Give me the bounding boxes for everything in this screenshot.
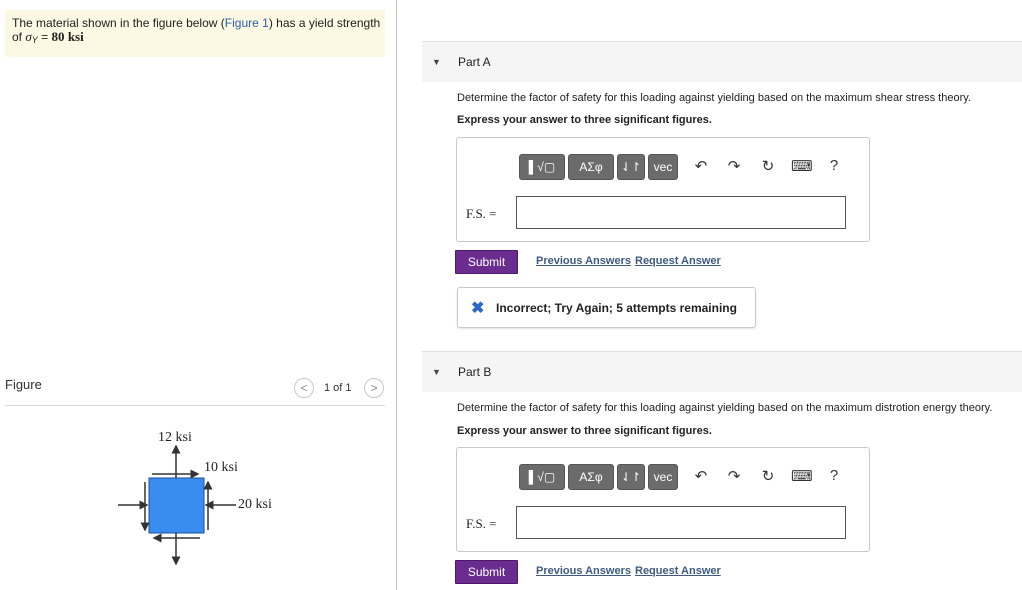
part-a-header[interactable] bbox=[422, 42, 1022, 82]
submit-button[interactable]: Submit bbox=[455, 250, 518, 274]
yield-unit: ksi bbox=[67, 29, 84, 44]
part-b-header[interactable] bbox=[422, 352, 1022, 392]
undo-icon[interactable]: ↶ bbox=[692, 157, 710, 175]
problem-text-part: The material shown in the figure below ( bbox=[12, 16, 225, 30]
fs-answer-input[interactable] bbox=[516, 506, 846, 539]
stress-label-right: 20 ksi bbox=[238, 497, 272, 512]
collapse-caret-icon[interactable]: ▼ bbox=[432, 367, 441, 377]
undo-icon[interactable]: ↶ bbox=[692, 467, 710, 485]
figure-divider bbox=[5, 405, 385, 406]
subscript-superscript-button[interactable]: ⇃↾ bbox=[617, 154, 645, 180]
vector-button[interactable]: vec bbox=[648, 154, 678, 180]
column-divider bbox=[396, 0, 397, 590]
keyboard-icon[interactable]: ⌨ bbox=[791, 157, 813, 175]
fs-label: F.S. = bbox=[466, 516, 497, 531]
part-a-answer-box: ▌√▢ ΑΣφ ⇃↾ vec ↶ ↷ ↻ ⌨ ? F.S. = bbox=[456, 137, 870, 242]
help-icon[interactable]: ? bbox=[825, 467, 843, 484]
stress-label-top: 12 ksi bbox=[158, 430, 192, 445]
templates-button[interactable]: ▌√▢ bbox=[519, 464, 565, 490]
collapse-caret-icon[interactable]: ▼ bbox=[432, 57, 441, 67]
part-b-question: Determine the factor of safety for this … bbox=[457, 402, 993, 414]
pager-prev-button[interactable]: < bbox=[294, 378, 314, 398]
problem-text: The material shown in the figure below (… bbox=[12, 16, 380, 47]
problem-text-part: ) has a yield strength bbox=[268, 16, 381, 30]
stress-element-block bbox=[148, 477, 205, 534]
fs-answer-input[interactable] bbox=[516, 196, 846, 229]
subscript-superscript-button[interactable]: ⇃↾ bbox=[617, 464, 645, 490]
incorrect-x-icon: ✖ bbox=[471, 300, 485, 317]
help-icon[interactable]: ? bbox=[825, 157, 843, 174]
fs-label: F.S. = bbox=[466, 206, 497, 221]
greek-symbols-button[interactable]: ΑΣφ bbox=[568, 154, 614, 180]
vector-button[interactable]: vec bbox=[648, 464, 678, 490]
part-a-question: Determine the factor of safety for this … bbox=[457, 92, 971, 104]
redo-icon[interactable]: ↷ bbox=[725, 467, 743, 485]
pager-next-button[interactable]: > bbox=[364, 378, 384, 398]
part-b-title: Part B bbox=[458, 365, 492, 379]
reset-icon[interactable]: ↻ bbox=[759, 157, 777, 175]
part-b-answer-box: ▌√▢ ΑΣφ ⇃↾ vec ↶ ↷ ↻ ⌨ ? F.S. = bbox=[456, 447, 870, 552]
figure-title: Figure bbox=[5, 377, 42, 392]
part-a-instruction: Express your answer to three significant… bbox=[457, 114, 712, 126]
submit-button[interactable]: Submit bbox=[455, 560, 518, 584]
equals-sign: = bbox=[37, 30, 52, 44]
request-answer-link[interactable]: Request Answer bbox=[635, 565, 721, 577]
stress-element-figure bbox=[118, 444, 236, 566]
templates-button[interactable]: ▌√▢ bbox=[519, 154, 565, 180]
yield-value: 80 bbox=[51, 29, 65, 44]
keyboard-icon[interactable]: ⌨ bbox=[791, 467, 813, 485]
previous-answers-link[interactable]: Previous Answers bbox=[536, 565, 631, 577]
reset-icon[interactable]: ↻ bbox=[759, 467, 777, 485]
feedback-box: ✖ Incorrect; Try Again; 5 attempts remai… bbox=[457, 287, 756, 328]
request-answer-link[interactable]: Request Answer bbox=[635, 255, 721, 267]
pager-text: 1 of 1 bbox=[324, 382, 352, 394]
part-b-instruction: Express your answer to three significant… bbox=[457, 425, 712, 437]
problem-text-part: of bbox=[12, 30, 26, 44]
feedback-message: Incorrect; Try Again; 5 attempts remaini… bbox=[496, 301, 737, 315]
greek-symbols-button[interactable]: ΑΣφ bbox=[568, 464, 614, 490]
previous-answers-link[interactable]: Previous Answers bbox=[536, 255, 631, 267]
figure-link[interactable]: Figure 1 bbox=[225, 16, 269, 30]
part-a-title: Part A bbox=[458, 55, 491, 69]
redo-icon[interactable]: ↷ bbox=[725, 157, 743, 175]
stress-label-shear: 10 ksi bbox=[204, 460, 238, 475]
